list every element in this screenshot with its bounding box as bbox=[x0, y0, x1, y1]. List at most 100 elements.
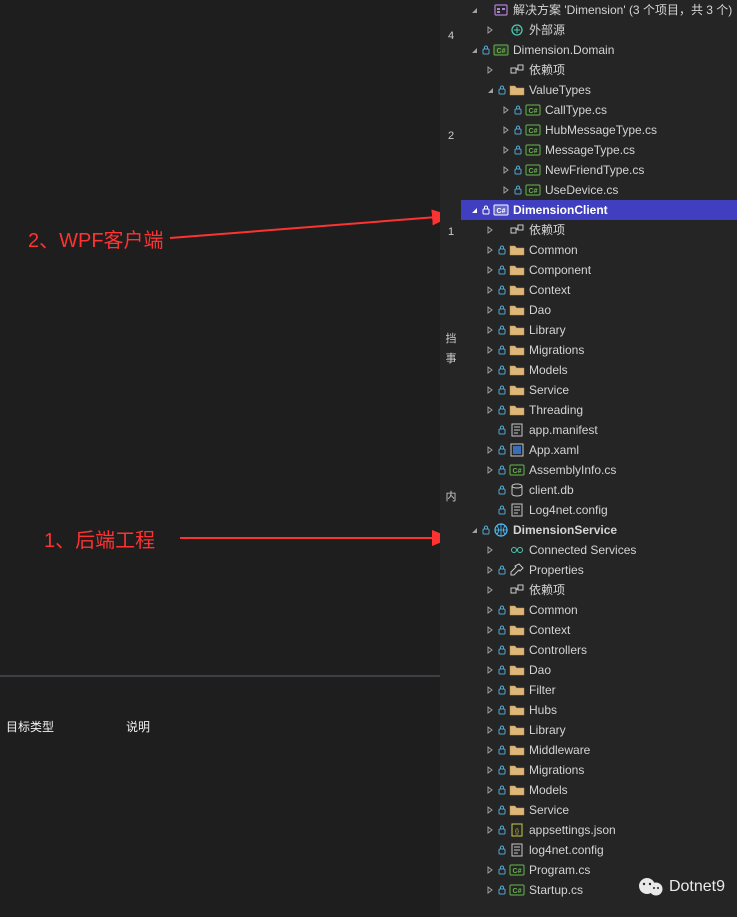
cs-icon: C# bbox=[525, 182, 541, 198]
tree-item[interactable]: Models bbox=[461, 360, 737, 380]
expand-icon[interactable] bbox=[483, 803, 497, 817]
expand-icon[interactable] bbox=[483, 403, 497, 417]
tree-item[interactable]: app.manifest bbox=[461, 420, 737, 440]
tree-item[interactable]: log4net.config bbox=[461, 840, 737, 860]
tree-item[interactable]: Log4net.config bbox=[461, 500, 737, 520]
tree-item[interactable]: C#Dimension.Domain bbox=[461, 40, 737, 60]
lock-icon bbox=[497, 565, 507, 575]
tree-item[interactable]: Filter bbox=[461, 680, 737, 700]
expand-icon[interactable] bbox=[483, 763, 497, 777]
tree-item[interactable]: DimensionService bbox=[461, 520, 737, 540]
collapse-icon[interactable] bbox=[467, 203, 481, 217]
lock-icon bbox=[497, 805, 507, 815]
collapse-icon[interactable] bbox=[467, 43, 481, 57]
tree-item[interactable]: Component bbox=[461, 260, 737, 280]
expand-icon[interactable] bbox=[483, 663, 497, 677]
tree-item[interactable]: Models bbox=[461, 780, 737, 800]
expand-icon[interactable] bbox=[483, 603, 497, 617]
expand-icon[interactable] bbox=[499, 123, 513, 137]
tree-item-label: Connected Services bbox=[529, 540, 636, 560]
expand-icon[interactable] bbox=[483, 883, 497, 897]
tree-item[interactable]: Controllers bbox=[461, 640, 737, 660]
tree-item[interactable]: 依赖项 bbox=[461, 220, 737, 240]
tree-item[interactable]: Hubs bbox=[461, 700, 737, 720]
collapsed-sidebar[interactable]: 4 2 1 挡 事 内 bbox=[440, 0, 461, 917]
tree-item[interactable]: Dao bbox=[461, 300, 737, 320]
tree-item[interactable]: client.db bbox=[461, 480, 737, 500]
expand-icon[interactable] bbox=[483, 363, 497, 377]
expand-icon[interactable] bbox=[483, 63, 497, 77]
expand-icon[interactable] bbox=[483, 23, 497, 37]
tree-item-label: Component bbox=[529, 260, 591, 280]
expand-icon[interactable] bbox=[483, 223, 497, 237]
expand-icon[interactable] bbox=[483, 463, 497, 477]
expand-icon[interactable] bbox=[483, 563, 497, 577]
expand-icon[interactable] bbox=[483, 283, 497, 297]
collapse-icon[interactable] bbox=[467, 523, 481, 537]
expand-icon[interactable] bbox=[483, 343, 497, 357]
tree-item[interactable]: Service bbox=[461, 380, 737, 400]
tree-item[interactable]: C#NewFriendType.cs bbox=[461, 160, 737, 180]
tree-item[interactable]: {}appsettings.json bbox=[461, 820, 737, 840]
expand-icon[interactable] bbox=[499, 183, 513, 197]
tree-item[interactable]: Migrations bbox=[461, 760, 737, 780]
tree-item[interactable]: 依赖项 bbox=[461, 60, 737, 80]
tree-item[interactable]: C#UseDevice.cs bbox=[461, 180, 737, 200]
tree-item[interactable]: Context bbox=[461, 280, 737, 300]
tree-item[interactable]: Common bbox=[461, 600, 737, 620]
folder-icon bbox=[509, 382, 525, 398]
tree-item[interactable]: Context bbox=[461, 620, 737, 640]
expand-icon[interactable] bbox=[483, 783, 497, 797]
expand-icon[interactable] bbox=[483, 303, 497, 317]
expand-icon[interactable] bbox=[499, 143, 513, 157]
tree-item[interactable]: Common bbox=[461, 240, 737, 260]
collapse-icon[interactable] bbox=[467, 3, 481, 17]
expand-icon[interactable] bbox=[483, 443, 497, 457]
expand-icon[interactable] bbox=[483, 543, 497, 557]
expand-icon[interactable] bbox=[483, 703, 497, 717]
tree-item[interactable]: Service bbox=[461, 800, 737, 820]
tree-item[interactable]: Connected Services bbox=[461, 540, 737, 560]
tree-item[interactable]: C#Program.cs bbox=[461, 860, 737, 880]
tree-item[interactable]: 外部源 bbox=[461, 20, 737, 40]
expand-icon[interactable] bbox=[483, 723, 497, 737]
tree-item[interactable]: Dao bbox=[461, 660, 737, 680]
folder-icon bbox=[509, 722, 525, 738]
expand-icon[interactable] bbox=[483, 243, 497, 257]
tree-item[interactable]: Library bbox=[461, 720, 737, 740]
expand-icon[interactable] bbox=[483, 623, 497, 637]
lock-icon bbox=[497, 445, 507, 455]
tree-item[interactable]: C#CallType.cs bbox=[461, 100, 737, 120]
tree-item[interactable]: Threading bbox=[461, 400, 737, 420]
expand-icon[interactable] bbox=[483, 683, 497, 697]
tree-item[interactable]: C#HubMessageType.cs bbox=[461, 120, 737, 140]
expand-icon[interactable] bbox=[483, 863, 497, 877]
tree-item[interactable]: C#AssemblyInfo.cs bbox=[461, 460, 737, 480]
tree-item[interactable]: C#DimensionClient bbox=[461, 200, 737, 220]
tree-item[interactable]: App.xaml bbox=[461, 440, 737, 460]
expand-icon[interactable] bbox=[483, 643, 497, 657]
tree-item[interactable]: Middleware bbox=[461, 740, 737, 760]
tree-item[interactable]: C#MessageType.cs bbox=[461, 140, 737, 160]
tree-item[interactable]: 解决方案 'Dimension' (3 个项目，共 3 个) bbox=[461, 0, 737, 20]
expand-icon[interactable] bbox=[483, 323, 497, 337]
tree-item[interactable]: Library bbox=[461, 320, 737, 340]
tree-item-label: DimensionService bbox=[513, 520, 617, 540]
collapse-icon[interactable] bbox=[483, 83, 497, 97]
tree-item[interactable]: ValueTypes bbox=[461, 80, 737, 100]
expand-icon[interactable] bbox=[499, 163, 513, 177]
tree-item[interactable]: C#Startup.cs bbox=[461, 880, 737, 900]
expand-icon[interactable] bbox=[483, 263, 497, 277]
expand-icon[interactable] bbox=[483, 743, 497, 757]
tree-item[interactable]: Properties bbox=[461, 560, 737, 580]
lock-icon bbox=[497, 625, 507, 635]
tree-item-label: Library bbox=[529, 720, 566, 740]
solution-explorer[interactable]: 解决方案 'Dimension' (3 个项目，共 3 个)外部源C#Dimen… bbox=[461, 0, 737, 917]
tree-item[interactable]: Migrations bbox=[461, 340, 737, 360]
svg-text:C#: C# bbox=[529, 168, 538, 175]
expand-icon[interactable] bbox=[483, 383, 497, 397]
expand-icon[interactable] bbox=[483, 583, 497, 597]
expand-icon[interactable] bbox=[483, 823, 497, 837]
tree-item[interactable]: 依赖项 bbox=[461, 580, 737, 600]
expand-icon[interactable] bbox=[499, 103, 513, 117]
